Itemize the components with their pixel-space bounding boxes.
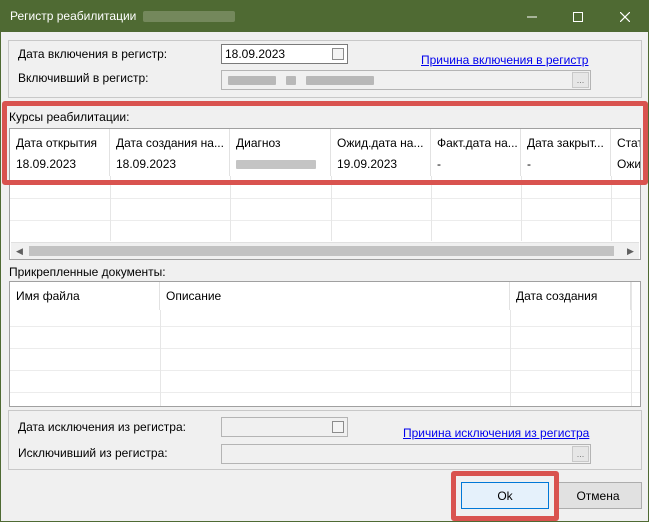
- redacted-name: [228, 76, 276, 85]
- scroll-right-icon[interactable]: ▶: [622, 243, 639, 259]
- column-header[interactable]: Имя файла: [10, 282, 160, 310]
- grid-line: [10, 392, 640, 393]
- redacted-title-part: [143, 11, 235, 22]
- grid-line: [431, 176, 432, 241]
- table-row[interactable]: 18.09.2023 18.09.2023 19.09.2023 - - Ожи: [10, 154, 641, 176]
- column-header[interactable]: Описание: [160, 282, 510, 310]
- maximize-button[interactable]: [555, 1, 601, 32]
- table-cell: -: [431, 154, 521, 176]
- column-header[interactable]: Дата закрыт...: [521, 129, 611, 157]
- grid-line: [10, 220, 640, 221]
- grid-line: [510, 310, 511, 406]
- grid-line: [631, 282, 632, 406]
- exclusion-date-field[interactable]: [221, 417, 348, 437]
- redacted-name: [306, 76, 374, 85]
- inclusion-date-dropdown[interactable]: [332, 48, 344, 60]
- excluded-by-field[interactable]: ...: [221, 444, 591, 464]
- exclusion-panel: Дата исключения из регистра: Причина иск…: [8, 410, 642, 470]
- cancel-button[interactable]: Отмена: [554, 482, 642, 509]
- dialog-window: Регистр реабилитации Дата включения в ре…: [0, 0, 649, 522]
- column-header[interactable]: Дата создания: [510, 282, 631, 310]
- scrollbar-thumb[interactable]: [29, 246, 614, 256]
- documents-table: Имя файла Описание Дата создания: [9, 281, 641, 407]
- minimize-button[interactable]: [509, 1, 555, 32]
- grid-line: [160, 310, 161, 406]
- redacted-diagnosis: [236, 160, 316, 169]
- inclusion-reason-link[interactable]: Причина включения в регистр: [421, 53, 588, 67]
- exclusion-date-label: Дата исключения из регистра:: [18, 420, 186, 434]
- included-by-field[interactable]: ...: [221, 70, 591, 90]
- column-header[interactable]: Диагноз: [230, 129, 331, 157]
- courses-table: Дата открытия Дата создания на... Диагно…: [9, 128, 641, 260]
- ok-button[interactable]: Ok: [461, 482, 549, 509]
- exclusion-reason-link[interactable]: Причина исключения из регистра: [403, 426, 589, 440]
- maximize-icon: [573, 11, 583, 22]
- scroll-left-icon[interactable]: ◀: [11, 243, 28, 259]
- courses-horizontal-scrollbar[interactable]: ◀ ▶: [11, 242, 639, 259]
- grid-line: [110, 176, 111, 241]
- documents-section-label: Прикрепленные документы:: [9, 265, 166, 279]
- column-header[interactable]: Дата создания на...: [110, 129, 230, 157]
- inclusion-date-field[interactable]: 18.09.2023: [221, 44, 348, 64]
- column-header[interactable]: Ожид.дата на...: [331, 129, 431, 157]
- courses-section-label: Курсы реабилитации:: [9, 110, 130, 124]
- inclusion-panel: Дата включения в регистр: 18.09.2023 При…: [8, 40, 642, 98]
- table-cell: 18.09.2023: [110, 154, 230, 176]
- column-header[interactable]: Дата открытия: [10, 129, 110, 157]
- grid-line: [10, 370, 640, 371]
- excluded-by-label: Исключивший из регистра:: [18, 446, 168, 460]
- included-by-label: Включивший в регистр:: [18, 71, 149, 85]
- title-bar[interactable]: Регистр реабилитации: [1, 1, 648, 32]
- grid-line: [10, 326, 640, 327]
- close-button[interactable]: [602, 1, 648, 32]
- grid-line: [10, 198, 640, 199]
- grid-line: [331, 176, 332, 241]
- grid-line: [10, 348, 640, 349]
- redacted-name: [286, 76, 296, 85]
- table-cell: 18.09.2023: [10, 154, 110, 176]
- table-cell: 19.09.2023: [331, 154, 431, 176]
- table-cell: -: [521, 154, 611, 176]
- column-header[interactable]: Факт.дата на...: [431, 129, 521, 157]
- column-header[interactable]: Стат: [611, 129, 640, 157]
- included-by-picker-button[interactable]: ...: [572, 72, 589, 88]
- minimize-icon: [527, 16, 537, 17]
- excluded-by-picker-button[interactable]: ...: [572, 446, 589, 462]
- exclusion-date-dropdown[interactable]: [332, 421, 344, 433]
- window-title: Регистр реабилитации: [10, 9, 137, 23]
- table-cell: Ожи: [617, 157, 641, 171]
- table-cell: [230, 154, 331, 176]
- inclusion-date-value: 18.09.2023: [225, 47, 286, 61]
- close-icon: [620, 11, 630, 22]
- inclusion-date-label: Дата включения в регистр:: [18, 47, 168, 61]
- grid-line: [521, 176, 522, 241]
- grid-line: [230, 176, 231, 241]
- grid-line: [611, 176, 612, 241]
